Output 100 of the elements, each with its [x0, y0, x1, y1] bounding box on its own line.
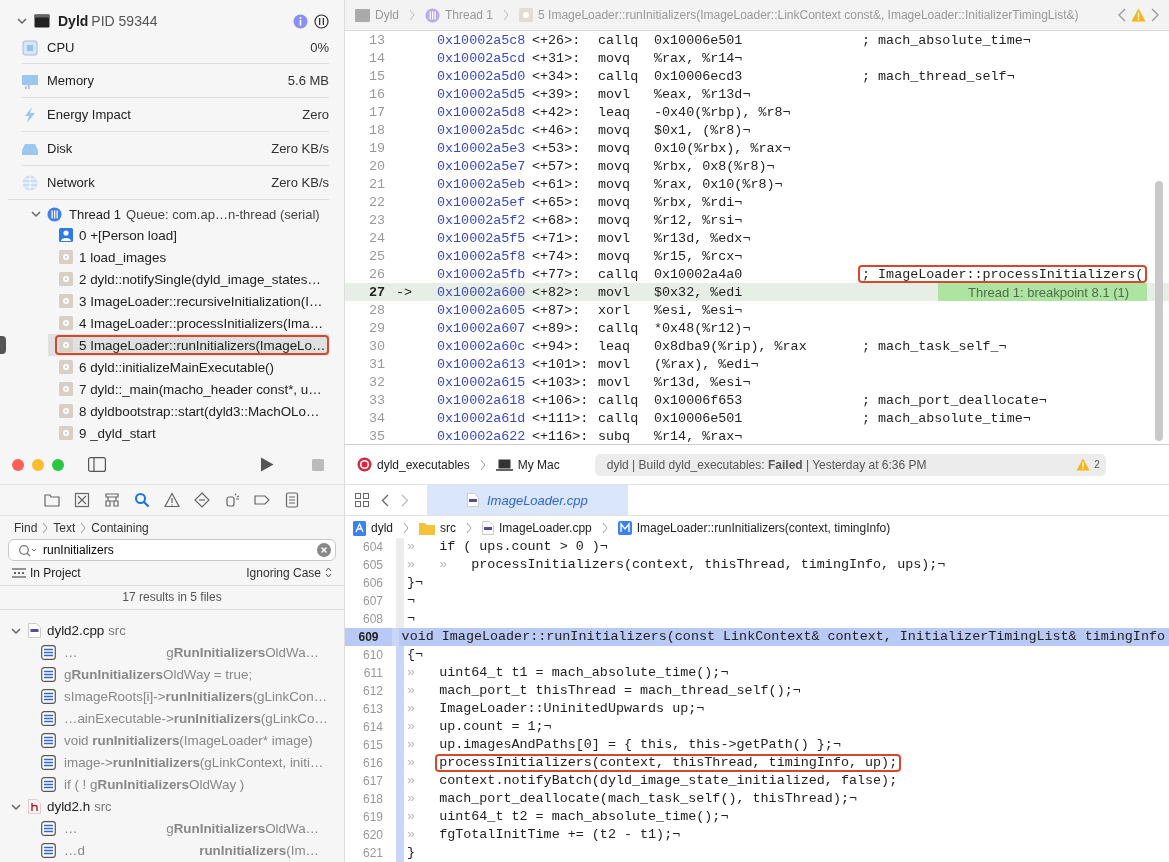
tab-marker: » — [407, 755, 417, 770]
gauge-label[interactable]: Network — [47, 175, 95, 190]
find-mode-item[interactable]: Text — [53, 520, 76, 535]
line-number: 27 — [367, 284, 385, 300]
navigator-tab[interactable] — [224, 492, 240, 508]
opcode: leaq — [598, 338, 632, 354]
navigator-tab[interactable] — [74, 492, 90, 508]
opcode: movq — [598, 158, 632, 174]
close-button[interactable] — [12, 458, 24, 471]
navigator-tab[interactable] — [104, 492, 120, 508]
navigator-tab[interactable] — [44, 492, 60, 508]
operands: 0x10006ecd3 — [654, 67, 744, 85]
opcode: movq — [598, 140, 632, 156]
scheme-selector[interactable]: dyld_executables — [377, 457, 470, 472]
target-icon[interactable] — [357, 457, 372, 472]
run-icon[interactable] — [260, 457, 274, 472]
operands: %r15, %rcx¬ — [654, 247, 744, 265]
stack-frame[interactable]: 7 dyld::_main(macho_header const*, u… — [48, 378, 329, 400]
stack-frame[interactable]: 9 _dyld_start — [48, 422, 329, 444]
line-number: 20 — [367, 158, 385, 174]
disclosure-icon[interactable] — [10, 625, 22, 637]
offset: <+89>: — [532, 320, 582, 336]
offset: <+87>: — [532, 302, 582, 318]
chevron-icon — [403, 522, 409, 534]
line-number: 33 — [367, 392, 385, 408]
address: 0x10002a607 — [437, 320, 527, 336]
address: 0x10002a5d5 — [437, 86, 527, 102]
disclosure-icon[interactable] — [30, 208, 42, 220]
grid-icon[interactable] — [355, 493, 369, 507]
navigator-tab[interactable] — [194, 492, 210, 508]
line-number: 617 — [361, 774, 383, 788]
address: 0x10002a61d — [437, 410, 527, 426]
search-field[interactable]: runInitializers — [8, 539, 336, 562]
file-name[interactable]: dyld2.h — [47, 799, 91, 815]
find-mode-item[interactable]: Containing — [91, 520, 149, 535]
pause-icon[interactable] — [314, 13, 329, 29]
gauge-label[interactable]: CPU — [47, 40, 75, 55]
navigator-tab[interactable] — [254, 492, 270, 508]
scope-icon[interactable] — [12, 568, 26, 578]
jump-bar-item[interactable]: src — [440, 521, 456, 535]
search-result[interactable]: … gRunInitializersOldWa… — [0, 818, 344, 840]
search-tab[interactable] — [134, 492, 150, 508]
stack-frame[interactable]: 1 load_images — [48, 246, 329, 268]
gauge-label[interactable]: Energy Impact — [47, 107, 131, 122]
scope-selector[interactable]: In Project — [30, 566, 81, 580]
gauge-label[interactable]: Memory — [47, 73, 94, 88]
person-icon — [59, 228, 73, 242]
back-icon[interactable] — [381, 493, 389, 507]
navigator-tab[interactable] — [284, 492, 300, 508]
line-number: 15 — [367, 68, 385, 84]
scroll-bar[interactable] — [1155, 181, 1163, 441]
stack-frame[interactable]: 2 dyld::notifySingle(dyld_image_states… — [48, 268, 329, 290]
process-name: Dyld — [58, 13, 89, 29]
jump-bar-item[interactable]: ImageLoader::runInitializers(context, timingInfo) — [636, 521, 891, 535]
chevron-icon — [409, 9, 415, 21]
search-result[interactable]: … gRunInitializersOldWa… — [0, 642, 344, 664]
navigator-tab[interactable] — [164, 492, 180, 508]
line-number: 621 — [361, 846, 383, 860]
previous-issue-icon[interactable] — [1118, 8, 1126, 22]
stack-frame[interactable]: 3 ImageLoader::recursiveInitialization(I… — [48, 290, 329, 312]
jump-bar-item[interactable]: ImageLoader.cpp — [499, 521, 592, 535]
offset: <+39>: — [532, 86, 582, 102]
line-number: 28 — [367, 302, 385, 318]
line-number: 614 — [361, 720, 383, 734]
line-number: 608 — [361, 612, 383, 626]
opcode: xorl — [598, 302, 632, 318]
offset: <+82>: — [532, 284, 582, 300]
stack-frame[interactable]: 4 ImageLoader::processInitializers(Ima… — [48, 312, 329, 334]
sidebar-icon[interactable] — [88, 457, 106, 472]
opcode: movq — [598, 122, 632, 138]
next-issue-icon[interactable] — [1151, 8, 1159, 22]
operands: $0x32, %edi — [654, 283, 744, 301]
gauge-label[interactable]: Disk — [47, 141, 73, 156]
stepper-icon[interactable] — [325, 567, 332, 579]
jump-bar-item[interactable]: dyld — [371, 521, 393, 535]
code-line: ImageLoader::UninitedUpwards up;¬ — [438, 700, 706, 718]
offset: <+101>: — [532, 356, 590, 372]
case-option-popup[interactable]: Ignoring Case — [246, 566, 321, 580]
search-icon[interactable] — [18, 544, 38, 558]
destination-selector[interactable]: My Mac — [517, 457, 560, 472]
stack-frame[interactable]: 0 +[Person load] — [48, 224, 329, 246]
editor-tab[interactable]: ImageLoader.cpp — [427, 485, 628, 515]
disclosure-icon[interactable] — [10, 801, 22, 813]
offset: <+31>: — [532, 50, 582, 66]
chevron-icon — [466, 522, 472, 534]
clear-icon[interactable] — [317, 543, 331, 558]
file-name[interactable]: dyld2.cpp — [47, 623, 105, 639]
info-icon[interactable] — [293, 13, 308, 29]
code-line: ¬ — [406, 610, 417, 628]
address: 0x10002a5d8 — [437, 104, 527, 120]
comment: ; mach_port_deallocate¬ — [861, 391, 1048, 409]
stack-frame[interactable]: 6 dyld::initializeMainExecutable() — [48, 356, 329, 378]
operands: 0x10002a4a0 — [654, 265, 744, 283]
find-mode-item[interactable]: Find — [14, 520, 38, 535]
line-number: 609 — [357, 630, 379, 644]
thread-name[interactable]: Thread 1 — [69, 206, 122, 222]
code-line: ¬ — [406, 592, 417, 610]
offset: <+74>: — [532, 248, 582, 264]
disclosure-icon[interactable] — [16, 15, 28, 27]
stack-frame[interactable]: 8 dyldbootstrap::start(dyld3::MachOLo… — [48, 400, 329, 422]
